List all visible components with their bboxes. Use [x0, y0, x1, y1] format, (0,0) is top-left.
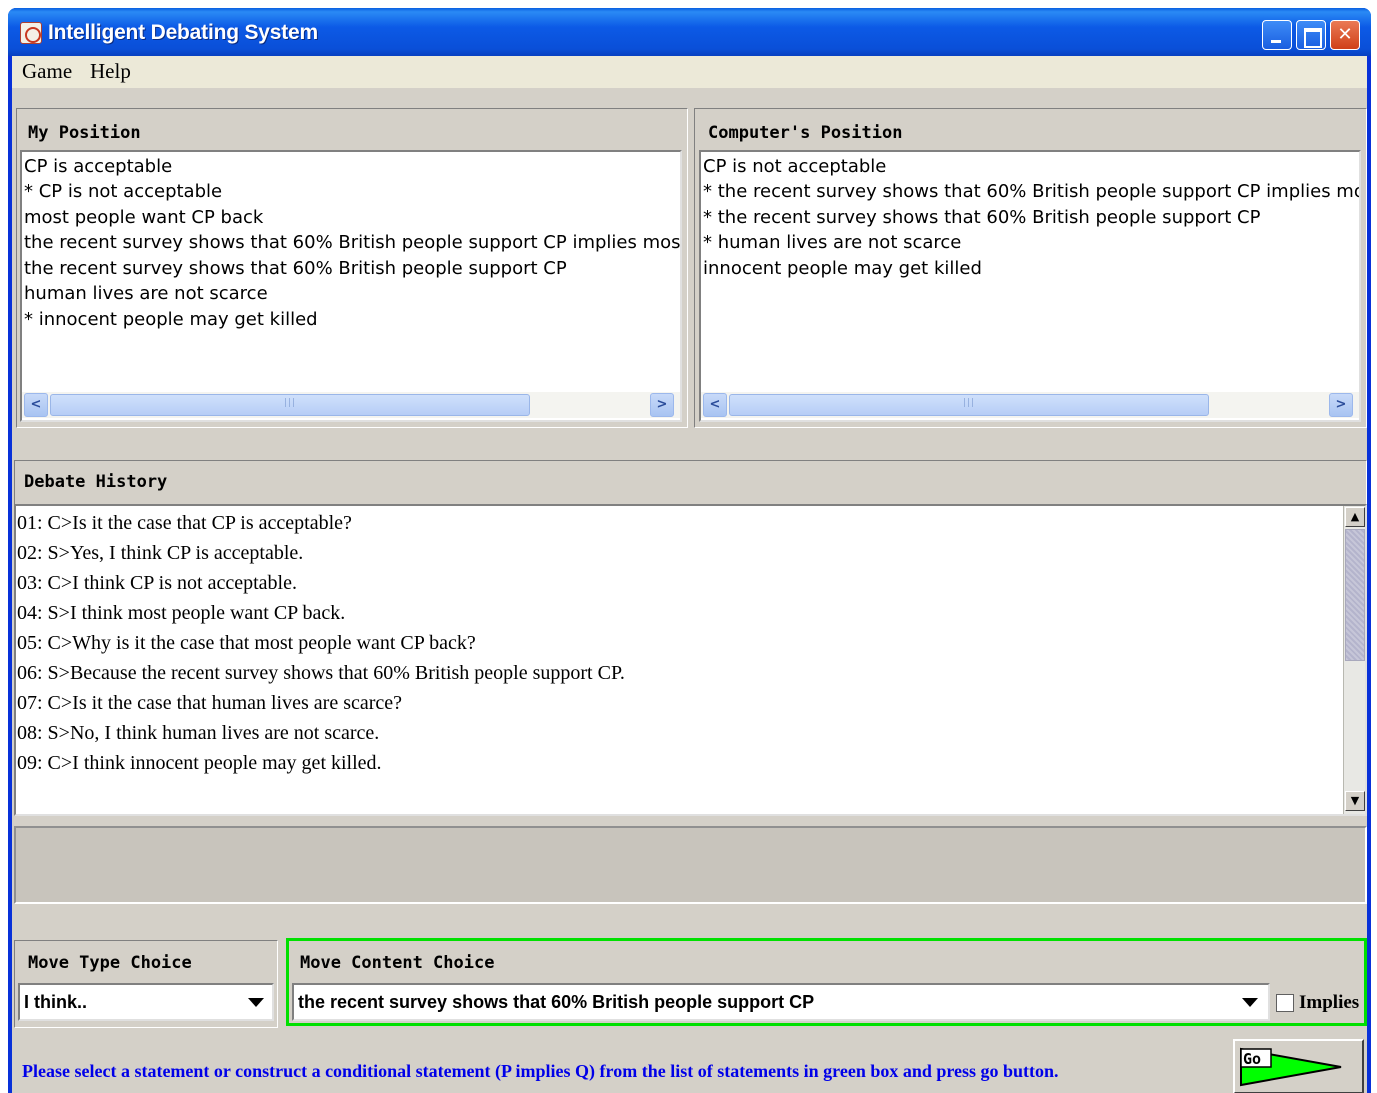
my-position-header: My Position	[28, 123, 141, 143]
implies-checkbox[interactable]	[1276, 994, 1294, 1012]
history-line: 08: S>No, I think human lives are not sc…	[17, 722, 380, 744]
my-position-hscrollbar[interactable]: < >	[22, 392, 680, 418]
title-bar[interactable]: Intelligent Debating System ✕	[8, 8, 1371, 56]
computer-position-header: Computer's Position	[708, 123, 903, 143]
go-label: Go	[1243, 1050, 1262, 1068]
list-item[interactable]: the recent survey shows that 60% British…	[24, 258, 567, 279]
app-icon	[20, 22, 42, 44]
history-line: 06: S>Because the recent survey shows th…	[17, 662, 625, 684]
history-line: 02: S>Yes, I think CP is acceptable.	[17, 542, 304, 564]
maximize-button[interactable]	[1296, 20, 1326, 50]
list-item[interactable]: * CP is not acceptable	[24, 181, 222, 202]
debate-history-vscrollbar[interactable]: ▲ ▼	[1343, 506, 1365, 814]
app-window: Intelligent Debating System ✕ Game Help …	[8, 8, 1371, 1093]
debate-history-header: Debate History	[24, 472, 168, 492]
computer-position-hscrollbar[interactable]: < >	[701, 392, 1359, 418]
chevron-down-icon[interactable]	[248, 998, 264, 1007]
scroll-up-icon[interactable]: ▲	[1345, 507, 1365, 527]
list-item[interactable]: * innocent people may get killed	[24, 309, 318, 330]
move-type-dropdown[interactable]: I think..	[18, 983, 274, 1021]
history-line: 03: C>I think CP is not acceptable.	[17, 572, 297, 594]
list-item[interactable]: innocent people may get killed	[703, 258, 982, 279]
debate-history-list[interactable]: 01: C>Is it the case that CP is acceptab…	[14, 504, 1367, 816]
history-line: 04: S>I think most people want CP back.	[17, 602, 346, 624]
my-position-list[interactable]: CP is acceptable * CP is not acceptable …	[20, 150, 682, 422]
go-button[interactable]: Go	[1233, 1039, 1364, 1093]
chevron-down-icon[interactable]	[1242, 998, 1258, 1007]
window-title: Intelligent Debating System	[48, 21, 318, 44]
list-item[interactable]: * the recent survey shows that 60% Briti…	[703, 181, 1359, 202]
history-line: 05: C>Why is it the case that most peopl…	[17, 632, 476, 654]
scroll-thumb[interactable]	[729, 394, 1209, 416]
list-item[interactable]: CP is acceptable	[24, 156, 172, 177]
list-item[interactable]: human lives are not scarce	[24, 283, 268, 304]
move-content-dropdown[interactable]: the recent survey shows that 60% British…	[292, 983, 1270, 1021]
close-button[interactable]: ✕	[1330, 20, 1360, 50]
list-item[interactable]: * the recent survey shows that 60% Briti…	[703, 207, 1260, 228]
menu-help[interactable]: Help	[90, 59, 131, 84]
list-item[interactable]: * human lives are not scarce	[703, 232, 961, 253]
scroll-left-icon[interactable]: <	[24, 393, 48, 417]
list-item[interactable]: CP is not acceptable	[703, 156, 886, 177]
menu-bar: Game Help	[12, 56, 1367, 88]
list-item[interactable]: the recent survey shows that 60% British…	[24, 232, 680, 253]
history-line: 01: C>Is it the case that CP is acceptab…	[17, 512, 352, 534]
menu-game[interactable]: Game	[22, 59, 72, 84]
scroll-thumb[interactable]	[1345, 529, 1365, 661]
history-line: 09: C>I think innocent people may get ki…	[17, 752, 382, 774]
empty-panel	[14, 826, 1367, 904]
move-type-header: Move Type Choice	[28, 953, 192, 973]
scroll-down-icon[interactable]: ▼	[1345, 791, 1365, 811]
computer-position-list[interactable]: CP is not acceptable * the recent survey…	[699, 150, 1361, 422]
debate-history-header-bar	[14, 460, 1367, 506]
scroll-right-icon[interactable]: >	[650, 393, 674, 417]
minimize-button[interactable]	[1262, 20, 1292, 50]
scroll-left-icon[interactable]: <	[703, 393, 727, 417]
scroll-thumb[interactable]	[50, 394, 530, 416]
implies-label: Implies	[1299, 992, 1360, 1013]
scroll-right-icon[interactable]: >	[1329, 393, 1353, 417]
list-item[interactable]: most people want CP back	[24, 207, 263, 228]
move-content-header: Move Content Choice	[300, 953, 495, 973]
move-type-selected: I think..	[24, 992, 87, 1012]
client-area: Game Help My Position Computer's Positio…	[12, 56, 1367, 1093]
instruction-text: Please select a statement or construct a…	[22, 1061, 1059, 1081]
move-content-selected: the recent survey shows that 60% British…	[298, 992, 815, 1012]
history-line: 07: C>Is it the case that human lives ar…	[17, 692, 403, 714]
